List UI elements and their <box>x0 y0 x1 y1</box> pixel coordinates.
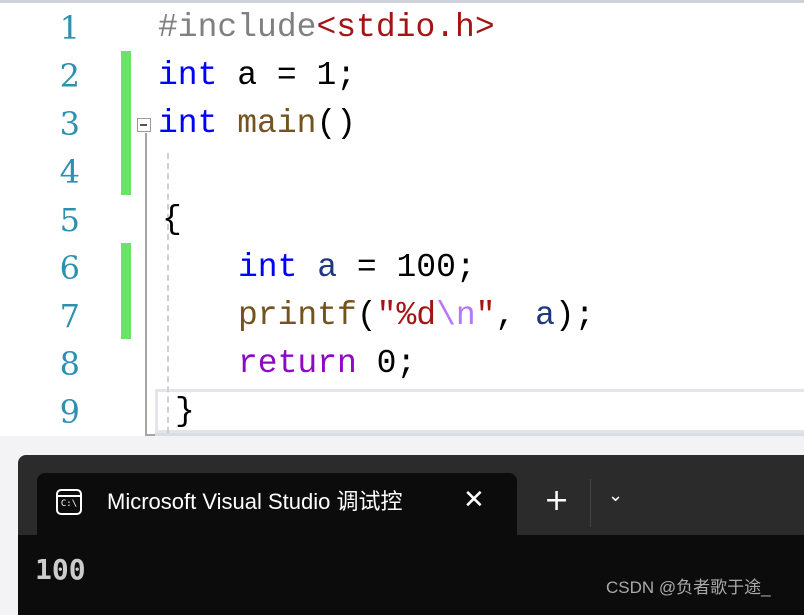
keyword: return <box>238 345 357 382</box>
console-output-area[interactable]: 100 CSDN @负者歌于途_ <box>18 535 804 615</box>
code-text: () <box>316 105 357 142</box>
terminal-window: C:\ Microsoft Visual Studio 调试控 ✕ + ⌄ 10… <box>18 455 804 615</box>
tab-title: Microsoft Visual Studio 调试控 <box>107 489 403 514</box>
code-line-2: int a = 1; <box>158 52 356 100</box>
change-marker <box>121 51 131 195</box>
keyword: int <box>238 249 298 286</box>
new-tab-button[interactable]: + <box>544 483 569 519</box>
current-line-highlight <box>155 389 804 433</box>
code-text: 0; <box>356 345 417 382</box>
line-number: 6 <box>59 249 80 287</box>
variable: a <box>535 297 555 334</box>
string-literal: " <box>475 297 496 334</box>
escape-sequence: \n <box>436 297 476 334</box>
terminal-tab[interactable]: C:\ Microsoft Visual Studio 调试控 ✕ <box>37 473 517 537</box>
indent-guide <box>167 153 169 433</box>
code-line-5: { <box>162 201 182 238</box>
code-text: ( <box>356 297 377 334</box>
function-name: main <box>237 105 317 142</box>
chevron-down-icon[interactable]: ⌄ <box>608 485 623 506</box>
code-line-3: int main() <box>158 100 356 148</box>
preprocessor-directive: #include <box>158 9 317 46</box>
watermark: CSDN @负者歌于途_ <box>606 578 771 597</box>
collapse-icon[interactable] <box>137 118 151 132</box>
fold-line <box>145 133 147 436</box>
code-text: , <box>495 297 536 334</box>
fold-line-end <box>145 434 155 436</box>
code-text: ); <box>554 297 595 334</box>
line-number: 1 <box>59 9 80 47</box>
code-line-9: } <box>175 393 195 430</box>
code-line-1: #include<stdio.h> <box>158 4 495 52</box>
header-name: <stdio.h> <box>316 9 495 46</box>
code-text: a = 1; <box>217 57 357 94</box>
function-name: printf <box>238 297 357 334</box>
variable: a <box>317 249 338 286</box>
divider <box>590 479 591 527</box>
line-number: 9 <box>59 393 80 431</box>
code-editor[interactable]: 1 2 3 4 5 6 7 8 9 #include<stdio.h> int … <box>0 0 804 436</box>
console-icon-text: C:\ <box>60 499 78 509</box>
change-marker <box>121 243 131 339</box>
line-number: 7 <box>59 297 80 335</box>
string-literal: "%d <box>376 297 437 334</box>
line-number: 5 <box>59 201 80 239</box>
line-number: 4 <box>59 153 80 191</box>
code-line-8: return 0; <box>238 340 416 388</box>
console-output: 100 <box>35 553 86 586</box>
editor-bottom-border <box>155 433 804 436</box>
keyword: int <box>158 57 218 94</box>
line-number: 3 <box>59 105 80 143</box>
keyword: int <box>158 105 218 142</box>
console-icon: C:\ <box>56 489 82 515</box>
code-line-7: printf("%d\n", a); <box>238 292 595 340</box>
line-number: 8 <box>59 345 80 383</box>
line-number: 2 <box>59 57 80 95</box>
code-line-6: int a = 100; <box>238 244 476 292</box>
close-tab-button[interactable]: ✕ <box>463 485 485 515</box>
code-text: = 100; <box>337 249 476 286</box>
